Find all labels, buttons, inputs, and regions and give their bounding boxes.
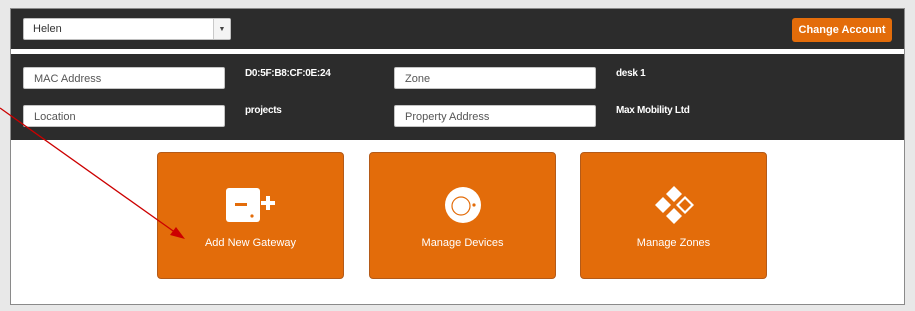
manage-zones-label: Manage Zones xyxy=(636,237,711,249)
manage-zones-tile[interactable]: Manage Zones xyxy=(580,152,767,279)
chevron-down-icon[interactable]: ▼ xyxy=(213,19,230,39)
location-field[interactable]: Location xyxy=(23,105,225,127)
mac-address-value: D0:5F:B8:CF:0E:24 xyxy=(245,68,331,79)
account-select-value: Helen xyxy=(33,23,62,35)
mac-address-field[interactable]: MAC Address xyxy=(23,67,225,89)
mac-address-label: MAC Address xyxy=(34,73,102,85)
device-icon xyxy=(370,185,555,225)
property-address-value: Max Mobility Ltd xyxy=(616,105,690,116)
account-toolbar: Helen ▼ Change Account xyxy=(11,9,904,49)
manage-devices-label: Manage Devices xyxy=(421,237,504,249)
manage-devices-tile[interactable]: Manage Devices xyxy=(369,152,556,279)
property-address-field[interactable]: Property Address xyxy=(394,105,596,127)
change-account-button[interactable]: Change Account xyxy=(792,18,892,42)
add-new-gateway-label: Add New Gateway xyxy=(204,237,297,249)
add-gateway-icon xyxy=(158,185,343,225)
add-new-gateway-tile[interactable]: Add New Gateway xyxy=(157,152,344,279)
gateway-info-panel: MAC Address D0:5F:B8:CF:0E:24 Zone desk … xyxy=(11,54,904,140)
zone-label: Zone xyxy=(405,73,431,85)
property-address-label: Property Address xyxy=(405,111,490,123)
account-select[interactable]: Helen ▼ xyxy=(23,18,231,40)
app-frame: Helen ▼ Change Account MAC Address D0:5F… xyxy=(10,8,905,305)
zone-value: desk 1 xyxy=(616,68,646,79)
zones-icon xyxy=(581,185,766,225)
location-value: projects xyxy=(245,105,282,116)
location-label: Location xyxy=(34,111,76,123)
zone-field[interactable]: Zone xyxy=(394,67,596,89)
